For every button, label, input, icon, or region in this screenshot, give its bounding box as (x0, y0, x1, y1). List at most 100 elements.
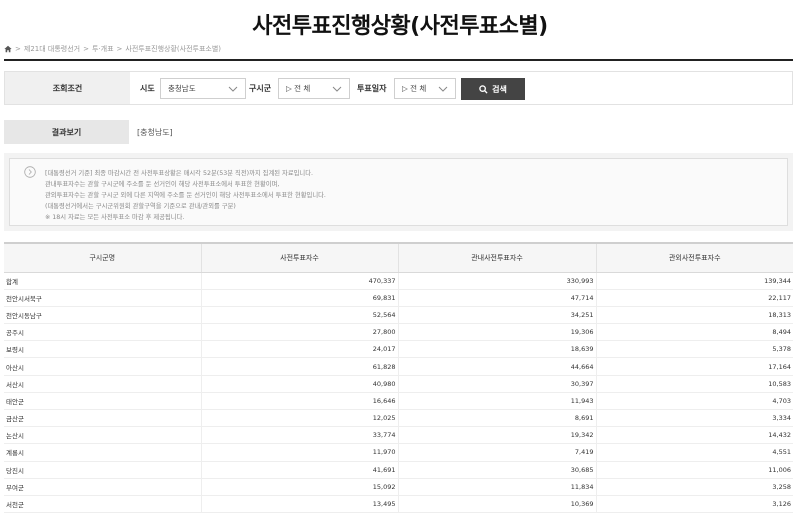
breadcrumb-separator: > (83, 45, 89, 53)
table-row: 공주시 27,800 19,306 8,494 (4, 323, 793, 342)
breadcrumb-item-vote-count[interactable]: 투·개표 (92, 44, 114, 54)
cell-early-voters: 41,691 (200, 461, 398, 479)
table-row: 당진시 41,691 30,685 11,006 (4, 461, 793, 479)
notice-line: ※ 18시 자료는 모든 사전투표소 마감 후 제공됩니다. (45, 214, 185, 221)
result-label: 결과보기 (4, 120, 129, 144)
cell-early-voters: 11,970 (200, 443, 398, 462)
column-header-in-district-voters: 관내사전투표자수 (397, 242, 596, 273)
notice-line: 관외투표자수는 관할 구시군 외에 다른 지역에 주소를 둔 선거인이 해당 사… (45, 192, 326, 199)
cell-early-voters: 15,092 (200, 478, 398, 496)
breadcrumb-item-current: 사전투표진행상황(사전투표소별) (125, 45, 222, 53)
cell-district: 합계 (4, 272, 201, 290)
notice-box: [대통령선거 기준] 최종 마감시간 전 사전투표상황은 매시각 52분(53분… (4, 153, 793, 231)
cell-out-district: 3,334 (595, 409, 793, 428)
table-row: 천안시서북구 69,831 47,714 22,117 (4, 289, 793, 307)
cell-district: 태안군 (4, 392, 201, 411)
cell-early-voters: 61,828 (200, 357, 398, 376)
cell-out-district: 14,432 (595, 426, 793, 445)
cell-out-district: 4,703 (595, 392, 793, 411)
search-panel: 조회조건 시도 충청남도 구시군 ▷ 전 체 투표일자 ▷ 전 체 검색 (4, 71, 793, 105)
cell-district: 서천군 (4, 495, 201, 514)
cell-in-district: 34,251 (397, 306, 596, 325)
cell-early-voters: 24,017 (200, 340, 398, 359)
cell-in-district: 47,714 (397, 289, 596, 307)
cell-in-district: 19,342 (397, 426, 596, 445)
sido-label: 시도 (140, 83, 155, 93)
result-row: 결과보기 [충청남도] (4, 120, 793, 144)
table-row: 태안군 16,646 11,943 4,703 (4, 392, 793, 411)
cell-district: 논산시 (4, 426, 201, 445)
home-icon[interactable] (4, 45, 12, 53)
cell-out-district: 4,551 (595, 443, 793, 462)
cell-out-district: 5,378 (595, 340, 793, 359)
notice-line: (대통령선거에서는 구시군위원회 관할구역을 기준으로 관내/관외를 구분) (45, 203, 236, 210)
cell-early-voters: 13,495 (200, 495, 398, 514)
table-row: 천안시동남구 52,564 34,251 18,313 (4, 306, 793, 325)
sigungu-label: 구시군 (249, 83, 272, 93)
table-row-total: 합계 470,337 330,993 139,344 (4, 272, 793, 290)
sigungu-select-value: ▷ 전 체 (286, 84, 311, 93)
table-row: 금산군 12,025 8,691 3,334 (4, 409, 793, 428)
table-row: 서천군 13,495 10,369 3,126 (4, 495, 793, 514)
cell-early-voters: 27,800 (200, 323, 398, 342)
chevron-down-icon (438, 86, 448, 92)
cell-in-district: 18,639 (397, 340, 596, 359)
cell-out-district: 17,164 (595, 357, 793, 376)
info-icon (24, 166, 36, 178)
results-table: 구시군명 사전투표자수 관내사전투표자수 관외사전투표자수 합계 470,337 3… (4, 242, 793, 514)
table-header-row: 구시군명 사전투표자수 관내사전투표자수 관외사전투표자수 (4, 242, 793, 273)
cell-early-voters: 40,980 (200, 375, 398, 393)
cell-district: 금산군 (4, 409, 201, 428)
cell-early-voters: 69,831 (200, 289, 398, 307)
cell-district: 천안시서북구 (4, 289, 201, 307)
sido-select[interactable]: 충청남도 (160, 78, 246, 99)
breadcrumb: > 제21대 대통령선거 > 투·개표 > 사전투표진행상황(사전투표소별) (4, 44, 221, 54)
cell-early-voters: 470,337 (200, 272, 398, 290)
table-row: 서산시 40,980 30,397 10,583 (4, 375, 793, 393)
notice-line: [대통령선거 기준] 최종 마감시간 전 사전투표상황은 매시각 52분(53분… (45, 170, 314, 177)
cell-district: 아산시 (4, 357, 201, 376)
results-table-wrapper: 구시군명 사전투표자수 관내사전투표자수 관외사전투표자수 합계 470,337 3… (4, 242, 793, 514)
notice-line: 관내투표자수는 관할 구시군에 주소를 둔 선거인이 해당 사전투표소에서 투표… (45, 181, 280, 188)
cell-out-district: 10,583 (595, 375, 793, 393)
table-row: 계룡시 11,970 7,419 4,551 (4, 443, 793, 462)
cell-district: 보령시 (4, 340, 201, 359)
table-row: 보령시 24,017 18,639 5,378 (4, 340, 793, 359)
vote-date-select[interactable]: ▷ 전 체 (394, 78, 456, 99)
cell-district: 계룡시 (4, 443, 201, 462)
search-button[interactable]: 검색 (461, 78, 525, 100)
cell-in-district: 10,369 (397, 495, 596, 514)
cell-out-district: 3,258 (595, 478, 793, 496)
cell-in-district: 11,943 (397, 392, 596, 411)
cell-out-district: 8,494 (595, 323, 793, 342)
cell-district: 부여군 (4, 478, 201, 496)
chevron-down-icon (332, 86, 342, 92)
cell-out-district: 139,344 (595, 272, 793, 290)
table-body: 합계 470,337 330,993 139,344 천안시서북구 69,831 47,71… (4, 272, 793, 514)
page-title: 사전투표진행상황(사전투표소별) (252, 14, 548, 39)
cell-in-district: 30,397 (397, 375, 596, 393)
cell-in-district: 44,664 (397, 357, 596, 376)
vote-date-select-value: ▷ 전 체 (402, 84, 427, 93)
cell-in-district: 30,685 (397, 461, 596, 479)
breadcrumb-separator: > (116, 45, 123, 53)
table-row: 논산시 33,774 19,342 14,432 (4, 426, 793, 445)
result-region: [충청남도] (137, 127, 173, 137)
table-row: 부여군 15,092 11,834 3,258 (4, 478, 793, 496)
cell-in-district: 8,691 (397, 409, 596, 428)
search-condition-label: 조회조건 (5, 72, 130, 104)
cell-out-district: 11,006 (595, 461, 793, 479)
breadcrumb-item-election[interactable]: 제21대 대통령선거 (24, 44, 80, 54)
sigungu-select[interactable]: ▷ 전 체 (278, 78, 350, 99)
cell-in-district: 7,419 (397, 443, 596, 462)
cell-out-district: 18,313 (595, 306, 793, 325)
breadcrumb-separator: > (15, 45, 21, 53)
chevron-down-icon (228, 86, 238, 92)
search-icon (479, 84, 488, 94)
search-button-label: 검색 (492, 84, 507, 94)
column-header-early-voters: 사전투표자수 (200, 242, 398, 273)
cell-in-district: 330,993 (397, 272, 596, 290)
column-header-out-district-voters: 관외사전투표자수 (595, 242, 793, 273)
column-header-district: 구시군명 (4, 242, 201, 273)
cell-district: 공주시 (4, 323, 201, 342)
